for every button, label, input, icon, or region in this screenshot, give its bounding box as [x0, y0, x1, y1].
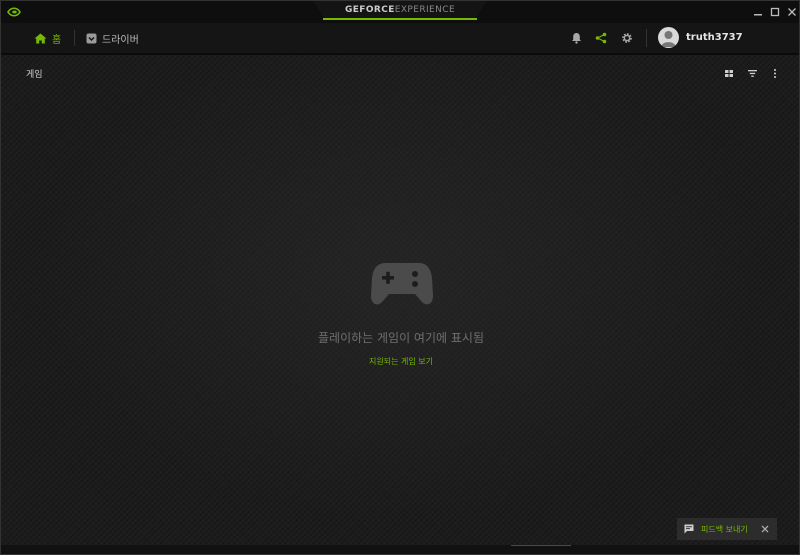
empty-state-message: 플레이하는 게임이 여기에 표시됨	[317, 331, 484, 345]
app-brand-title: GEFORCEEXPERIENCE	[313, 5, 487, 15]
avatar[interactable]	[658, 27, 679, 48]
close-icon	[788, 8, 796, 16]
feedback-label: 피드백 보내기	[701, 524, 748, 534]
bottom-accent-line	[511, 545, 571, 546]
feedback-chat-icon	[684, 524, 694, 534]
minimize-icon	[754, 14, 762, 16]
close-icon	[761, 525, 769, 533]
maximize-button[interactable]	[767, 4, 783, 20]
title-bar: GEFORCEEXPERIENCE	[1, 1, 799, 23]
nvidia-logo-icon	[7, 7, 21, 17]
close-button[interactable]	[784, 4, 799, 20]
user-silhouette-icon	[661, 31, 676, 47]
share-icon	[595, 32, 607, 44]
nav-divider	[74, 30, 75, 46]
nav-tab-home[interactable]: 홈	[34, 23, 61, 53]
brand-underline	[323, 18, 477, 20]
nav-home-label: 홈	[52, 34, 62, 46]
feedback-panel[interactable]: 피드백 보내기	[677, 518, 777, 540]
games-content: 게임 플레이하는 게임이 여기에 표시됨 지원되는 게임 보기	[1, 55, 799, 545]
maximize-icon	[770, 7, 780, 17]
nav-divider-right	[646, 29, 647, 47]
feedback-close-button[interactable]	[759, 523, 771, 535]
filter-icon	[747, 69, 757, 77]
grid-view-icon	[725, 69, 733, 77]
bottom-bar	[1, 545, 799, 554]
home-icon	[34, 33, 47, 44]
nav-tab-drivers[interactable]: 드라이버	[86, 23, 139, 53]
filter-button[interactable]	[746, 67, 758, 79]
supported-games-link[interactable]: 지원되는 게임 보기	[1, 356, 799, 367]
settings-button[interactable]	[619, 30, 635, 46]
settings-gear-icon	[622, 33, 632, 43]
more-options-button[interactable]	[769, 67, 781, 79]
notification-bell-icon	[571, 33, 581, 44]
grid-view-button[interactable]	[723, 67, 735, 79]
nav-bar: 홈 드라이버 truth3737	[1, 23, 799, 55]
nav-drivers-label: 드라이버	[102, 34, 139, 46]
share-button[interactable]	[593, 30, 609, 46]
gamepad-icon	[371, 263, 433, 305]
minimize-button[interactable]	[750, 4, 766, 20]
more-options-icon	[774, 68, 776, 78]
section-title: 게임	[26, 70, 43, 80]
app-window: GEFORCEEXPERIENCE 홈 드라이버 truth3737 게임 플레…	[0, 0, 800, 555]
brand-bold: GEFORCE	[344, 5, 395, 15]
drivers-icon	[86, 33, 97, 44]
notifications-button[interactable]	[568, 30, 584, 46]
username-label[interactable]: truth3737	[686, 23, 743, 53]
brand-light: EXPERIENCE	[394, 5, 456, 15]
